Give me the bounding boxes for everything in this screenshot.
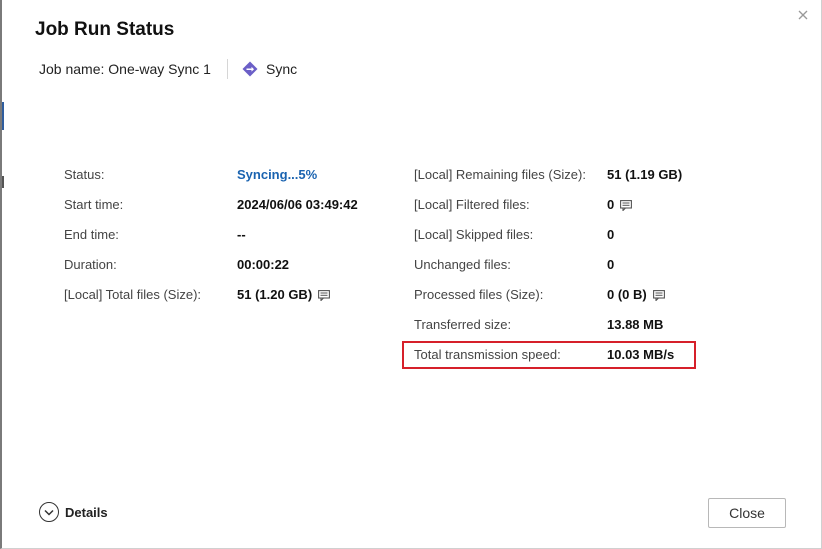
- sync-diamond-icon: [242, 61, 258, 77]
- close-icon[interactable]: [796, 8, 810, 22]
- detail-value-processed-files: 0 (0 B): [607, 286, 665, 304]
- detail-value-transferred-size: 13.88 MB: [607, 316, 663, 334]
- dialog-title: Job Run Status: [35, 19, 175, 40]
- detail-row-skipped-files: [Local] Skipped files:: [414, 226, 533, 244]
- detail-value-start-time: 2024/06/06 03:49:42: [237, 196, 358, 214]
- chevron-down-icon: [44, 509, 54, 516]
- processed-files-value: 0 (0 B): [607, 286, 665, 304]
- detail-label: Duration:: [64, 257, 117, 272]
- detail-value-duration: 00:00:22: [237, 256, 289, 274]
- detail-value-unchanged-files: 0: [607, 256, 614, 274]
- detail-value-end-time: --: [237, 226, 246, 244]
- note-icon[interactable]: [652, 289, 665, 301]
- detail-label: [Local] Total files (Size):: [64, 287, 202, 302]
- note-icon[interactable]: [620, 199, 633, 211]
- detail-row-duration: Duration:: [64, 256, 117, 274]
- detail-value-transmission-speed: 10.03 MB/s: [607, 346, 674, 364]
- skipped-files-value: 0: [607, 227, 615, 242]
- detail-label: Unchanged files:: [414, 257, 511, 272]
- detail-label: Status:: [64, 167, 105, 182]
- status-value: Syncing...5%: [237, 167, 318, 182]
- transferred-size-value: 13.88 MB: [607, 317, 664, 332]
- detail-row-start-time: Start time:: [64, 196, 123, 214]
- detail-label: [Local] Remaining files (Size):: [414, 167, 586, 182]
- detail-row-transferred-size: Transferred size:: [414, 316, 511, 334]
- remaining-files-value: 51 (1.19 GB): [607, 167, 683, 182]
- close-button[interactable]: Close: [708, 498, 786, 528]
- transmission-speed-value: 10.03 MB/s: [607, 347, 675, 362]
- divider: [226, 59, 228, 79]
- start-time-value: 2024/06/06 03:49:42: [237, 197, 358, 212]
- detail-value-filtered-files: 0: [607, 196, 633, 214]
- detail-row-unchanged-files: Unchanged files:: [414, 256, 511, 274]
- duration-value: 00:00:22: [237, 257, 290, 272]
- details-toggle[interactable]: Details: [39, 501, 108, 523]
- detail-row-processed-files: Processed files (Size):: [414, 286, 543, 304]
- total-files-text: 51 (1.20 GB): [237, 287, 313, 302]
- detail-label: Start time:: [64, 197, 124, 212]
- unchanged-files-value: 0: [607, 257, 615, 272]
- detail-row-end-time: End time:: [64, 226, 119, 244]
- detail-row-total-files: [Local] Total files (Size):: [64, 286, 201, 304]
- note-icon[interactable]: [318, 289, 331, 301]
- detail-value-status: Syncing...5%: [237, 166, 317, 184]
- chevron-down-circle-icon: [39, 502, 59, 522]
- filtered-files-text: 0: [607, 197, 615, 212]
- detail-label: Transferred size:: [414, 317, 512, 332]
- job-type: Sync: [265, 61, 298, 77]
- detail-row-remaining-files: [Local] Remaining files (Size):: [414, 166, 586, 184]
- detail-value-remaining-files: 51 (1.19 GB): [607, 166, 682, 184]
- total-files-value: 51 (1.20 GB): [237, 286, 331, 304]
- background-window-edge: [2, 102, 4, 130]
- detail-value-total-files: 51 (1.20 GB): [237, 286, 331, 304]
- job-name: Job name: One-way Sync 1: [39, 61, 211, 77]
- end-time-value: --: [237, 227, 246, 242]
- detail-label: Total transmission speed:: [414, 347, 561, 362]
- background-window-edge: [2, 176, 4, 188]
- detail-value-skipped-files: 0: [607, 226, 614, 244]
- detail-row-transmission-speed: Total transmission speed:: [414, 346, 561, 364]
- detail-label: End time:: [64, 227, 119, 242]
- detail-label: Processed files (Size):: [414, 287, 544, 302]
- detail-label: [Local] Skipped files:: [414, 227, 534, 242]
- detail-label: [Local] Filtered files:: [414, 197, 530, 212]
- details-label: Details: [65, 504, 108, 520]
- detail-row-status: Status:: [64, 166, 104, 184]
- job-info-bar: Job name: One-way Sync 1 Sync: [39, 59, 298, 79]
- processed-files-text: 0 (0 B): [607, 287, 647, 302]
- job-run-status-dialog: Job Run Status Job name: One-way Sync 1 …: [0, 0, 822, 549]
- filtered-files-value: 0: [607, 196, 633, 214]
- detail-row-filtered-files: [Local] Filtered files:: [414, 196, 530, 214]
